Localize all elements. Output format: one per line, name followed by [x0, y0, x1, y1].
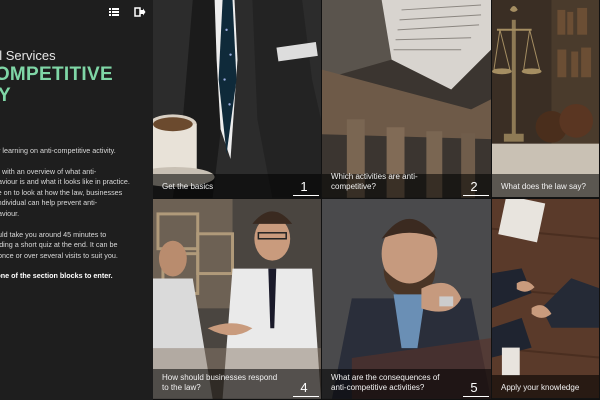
- section-caption: How should businesses respond to the law…: [153, 369, 321, 399]
- section-label: Get the basics: [162, 182, 214, 191]
- section-label: What are the consequences of anti-compet…: [331, 373, 440, 392]
- toolbar: [108, 6, 146, 18]
- section-tile-2[interactable]: Which activities are anti-competitive? 2: [322, 0, 492, 199]
- section-tile-6[interactable]: Apply your knowledge: [492, 199, 600, 400]
- number-underline: [463, 195, 489, 196]
- section-label: Apply your knowledge: [501, 383, 580, 392]
- section-caption: What does the law say?: [492, 174, 599, 198]
- number-underline: [293, 396, 319, 397]
- section-label: What does the law say?: [501, 182, 586, 191]
- list-icon[interactable]: [108, 6, 120, 18]
- intro-instruction: n one of the section blocks to enter.: [0, 271, 113, 281]
- scales-of-justice-photo: [492, 0, 599, 198]
- section-caption: What are the consequences of anti-compet…: [322, 369, 491, 399]
- course-title-line-1: ti-COMPETITIVE: [0, 64, 113, 85]
- building-columns-photo: [322, 0, 491, 198]
- section-tile-5[interactable]: What are the consequences of anti-compet…: [322, 199, 492, 400]
- section-label: Which activities are anti-competitive?: [331, 172, 418, 191]
- signing-documents-photo: [492, 199, 599, 399]
- section-tile-4[interactable]: How should businesses respond to the law…: [153, 199, 322, 400]
- intro-text: our learning on anti-competitive activit…: [0, 146, 140, 292]
- section-number: 1: [300, 179, 308, 194]
- section-caption: Which activities are anti-competitive? 2: [322, 172, 491, 198]
- section-tile-1[interactable]: Get the basics 1: [153, 0, 322, 199]
- course-subtitle: al Services: [0, 48, 56, 63]
- section-tile-3[interactable]: What does the law say?: [492, 0, 600, 199]
- intro-paragraph-1: our learning on anti-competitive activit…: [0, 146, 116, 155]
- number-underline: [293, 195, 319, 196]
- section-number: 2: [470, 179, 478, 194]
- section-caption: Get the basics 1: [153, 174, 321, 198]
- section-number: 4: [300, 380, 308, 395]
- course-title-line-2: IVITY: [0, 85, 12, 106]
- exit-icon[interactable]: [134, 6, 146, 18]
- intro-paragraph-2: ted with an overview of what anti- ehavi…: [0, 166, 130, 218]
- section-grid: Get the basics 1 Which activities are an…: [153, 0, 600, 400]
- section-number: 5: [470, 380, 478, 395]
- coffee-and-suit-photo: [153, 0, 321, 198]
- sidebar: al Services ti-COMPETITIVE IVITY our lea…: [0, 0, 153, 400]
- course-title: ti-COMPETITIVE IVITY: [0, 64, 152, 106]
- intro-paragraph-3: hould take you around 45 minutes to clud…: [0, 229, 118, 260]
- section-caption: Apply your knowledge: [492, 375, 599, 399]
- section-label: How should businesses respond to the law…: [162, 373, 278, 392]
- number-underline: [463, 396, 489, 397]
